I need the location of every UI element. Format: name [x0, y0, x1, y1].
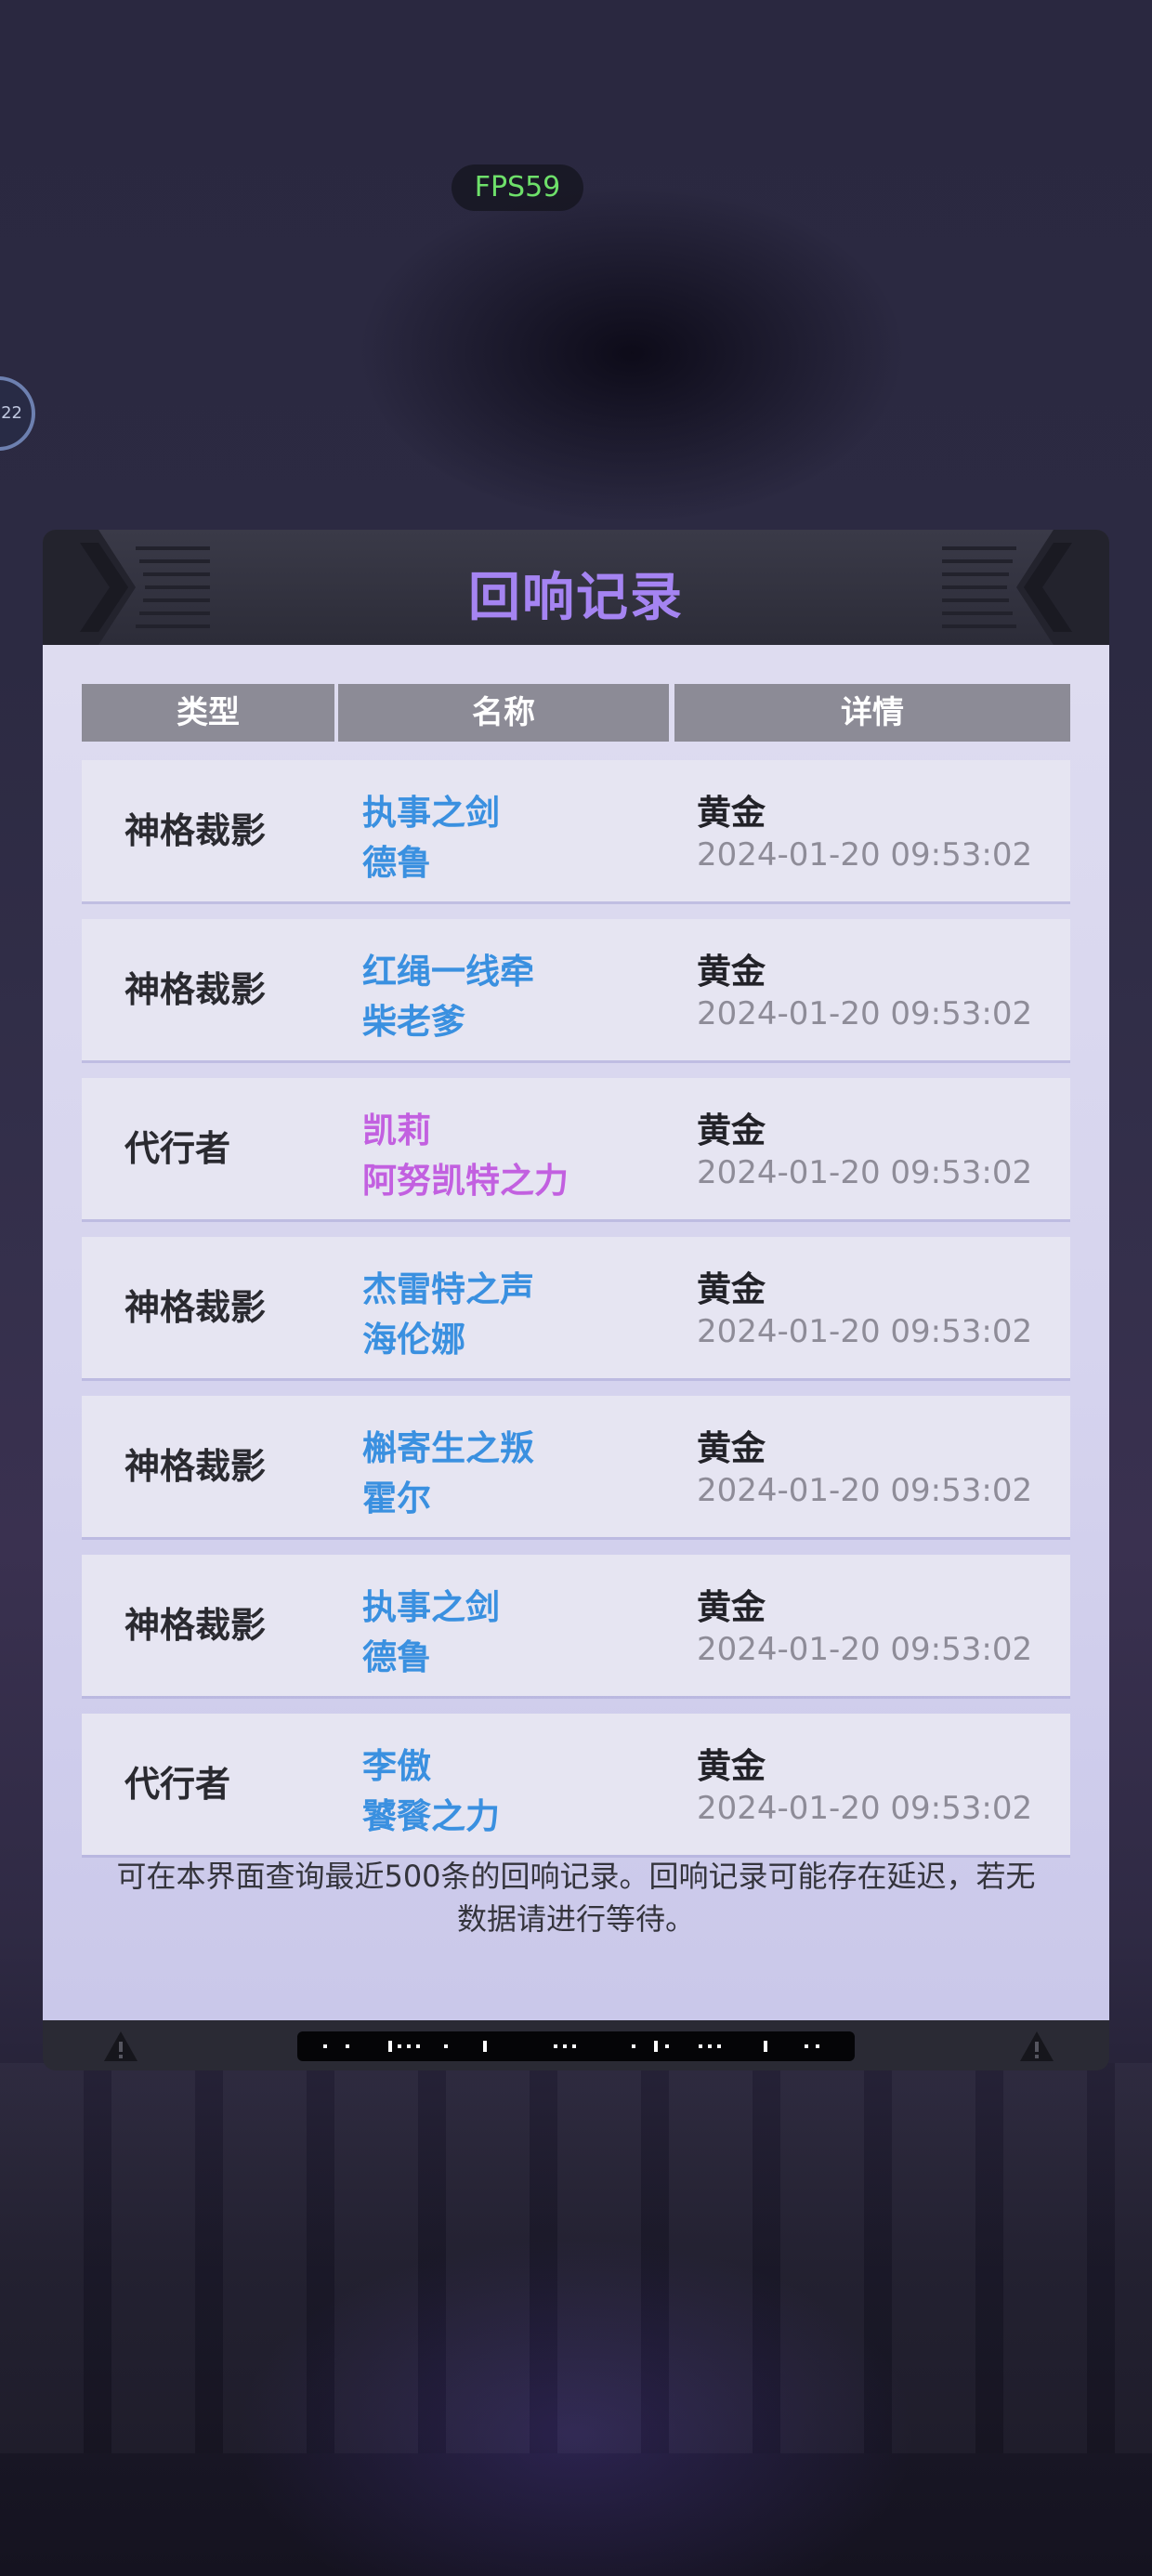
column-header-type: 类型: [82, 684, 334, 742]
record-name-primary: 杰雷特之声: [362, 1269, 534, 1309]
record-name-primary: 执事之剑: [362, 793, 500, 833]
warning-icon: [1020, 2031, 1054, 2061]
record-timestamp: 2024-01-20 09:53:02: [697, 1154, 1033, 1191]
record-row: 神格裁影 执事之剑德鲁 黄金 2024-01-20 09:53:02: [82, 1555, 1070, 1696]
record-name-secondary: 德鲁: [362, 1637, 431, 1677]
record-type: 神格裁影: [124, 969, 267, 1010]
dialog-footer: [43, 2020, 1109, 2070]
record-timestamp: 2024-01-20 09:53:02: [697, 1631, 1033, 1668]
record-type: 神格裁影: [124, 1287, 267, 1328]
record-name-secondary: 柴老爹: [362, 1002, 465, 1042]
notice-text: 可在本界面查询最近500条的回响记录。回响记录可能存在延迟，若无数据请进行等待。: [116, 1859, 1036, 1937]
record-name-secondary: 霍尔: [362, 1479, 431, 1518]
record-type: 代行者: [124, 1128, 231, 1169]
record-name-primary: 凯莉: [362, 1111, 431, 1150]
record-name-primary: 红绳一线牵: [362, 952, 534, 992]
record-detail: 黄金: [697, 1269, 766, 1309]
record-timestamp: 2024-01-20 09:53:02: [697, 1313, 1033, 1350]
dialog-title: 回响记录: [468, 568, 684, 628]
record-type: 代行者: [124, 1764, 231, 1805]
record-detail: 黄金: [697, 1587, 766, 1627]
record-detail: 黄金: [697, 952, 766, 992]
record-row: 神格裁影 杰雷特之声海伦娜 黄金 2024-01-20 09:53:02: [82, 1237, 1070, 1378]
record-row: 代行者 李傲饕餮之力 黄金 2024-01-20 09:53:02: [82, 1714, 1070, 1855]
record-timestamp: 2024-01-20 09:53:02: [697, 1472, 1033, 1509]
record-detail: 黄金: [697, 793, 766, 833]
record-type: 神格裁影: [124, 1605, 267, 1646]
echo-record-dialog: 回响记录 类型 名称 详情 神格裁影 执事之剑 德鲁 黄金 2024-01-20 09:…: [43, 530, 1109, 2070]
record-row: 神格裁影 槲寄生之叛霍尔 黄金 2024-01-20 09:53:02: [82, 1396, 1070, 1537]
record-type: 神格裁影: [124, 810, 267, 851]
record-name-primary: 槲寄生之叛: [362, 1428, 534, 1468]
record-name-secondary: 饕餮之力: [362, 1796, 500, 1836]
fps-counter: FPS59: [452, 164, 583, 211]
record-row: 代行者 凯莉阿努凯特之力 黄金 2024-01-20 09:53:02: [82, 1078, 1070, 1219]
record-type: 神格裁影: [124, 1446, 267, 1487]
background-stripes: [0, 2063, 1152, 2453]
record-detail: 黄金: [697, 1428, 766, 1468]
record-row: 神格裁影 红绳一线牵柴老爹 黄金 2024-01-20 09:53:02: [82, 919, 1070, 1060]
record-timestamp: 2024-01-20 09:53:02: [697, 1790, 1033, 1827]
record-name-secondary: 阿努凯特之力: [362, 1161, 569, 1201]
column-header-detail: 详情: [674, 684, 1070, 742]
warning-icon: [104, 2031, 137, 2061]
record-name-secondary: 海伦娜: [362, 1320, 465, 1360]
record-row: 神格裁影 执事之剑德鲁 黄金 2024-01-20 09:53:02: [82, 760, 1070, 901]
record-detail: 黄金: [697, 1746, 766, 1786]
column-header-name: 名称: [338, 684, 669, 742]
record-timestamp: 2024-01-20 09:53:02: [697, 836, 1033, 874]
record-name-primary: 执事之剑: [362, 1587, 500, 1627]
dialog-body: 类型 名称 详情 神格裁影 执事之剑 德鲁 黄金 2024-01-20 09:53:02…: [43, 645, 1109, 2020]
scan-bar-decoration: [297, 2031, 855, 2061]
record-timestamp: 2024-01-20 09:53:02: [697, 995, 1033, 1032]
record-name-primary: 李傲: [362, 1746, 431, 1786]
record-name-secondary: 德鲁: [362, 843, 431, 883]
dialog-header: 回响记录: [43, 530, 1109, 645]
floating-assist-button[interactable]: 22: [0, 376, 35, 451]
record-detail: 黄金: [697, 1111, 766, 1150]
